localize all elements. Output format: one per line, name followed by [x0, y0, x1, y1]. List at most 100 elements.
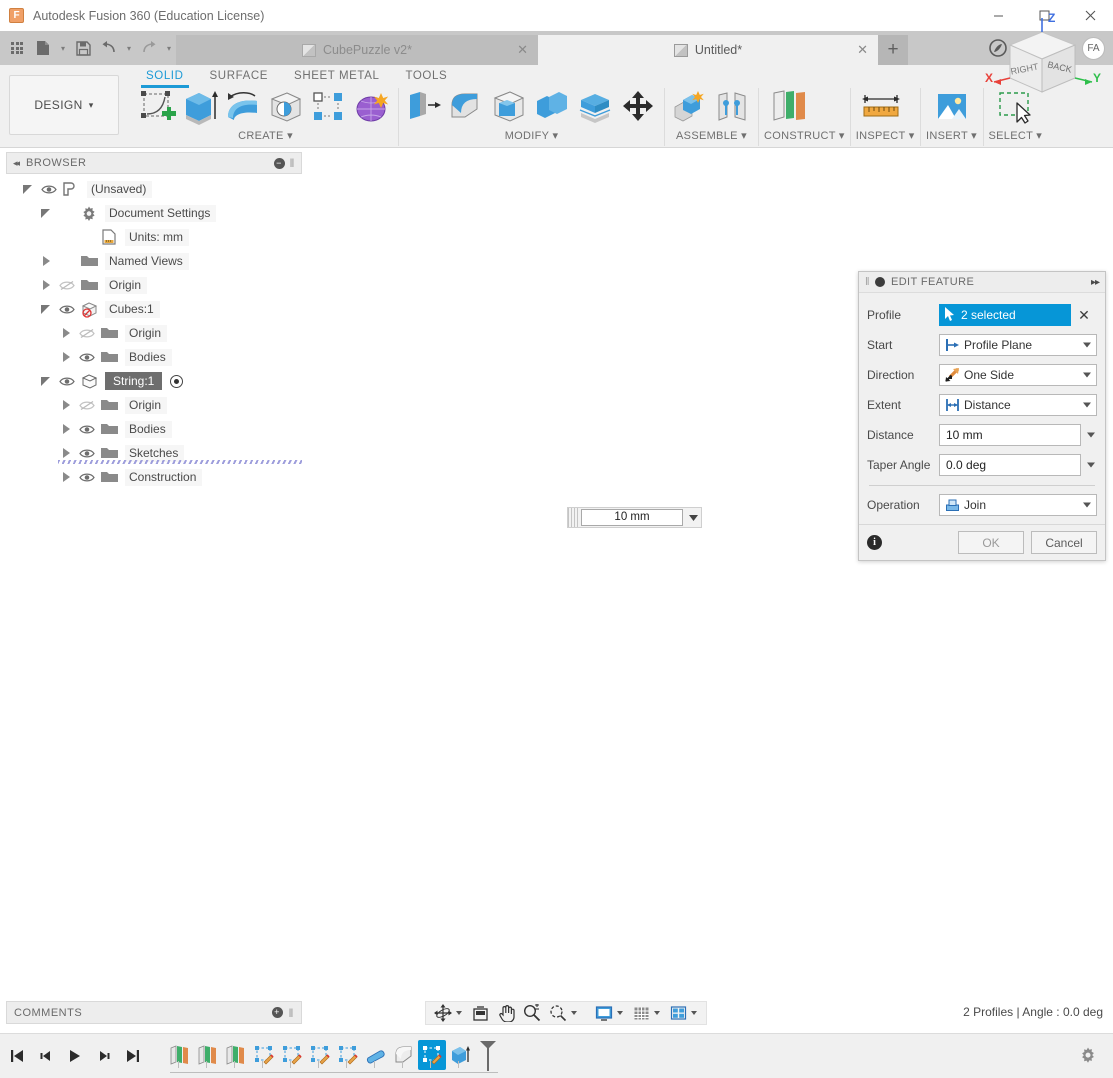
grip-icon[interactable]: ‖	[289, 1006, 294, 1020]
grip-icon[interactable]: ‖	[290, 156, 295, 170]
timeline-sketch-feature[interactable]	[250, 1040, 278, 1070]
collapse-icon[interactable]: ◂◂	[13, 158, 18, 169]
tree-item-cubes-bodies[interactable]: Bodies	[6, 345, 302, 369]
chevron-down-icon[interactable]	[685, 515, 701, 521]
distance-input[interactable]: 10 mm	[939, 424, 1081, 446]
tree-item-named-views[interactable]: Named Views	[6, 249, 302, 273]
form-icon[interactable]	[353, 89, 393, 127]
move-copy-icon[interactable]	[619, 89, 659, 127]
panel-assemble-label[interactable]: ASSEMBLE	[676, 130, 738, 142]
tree-item-unsaved[interactable]: (Unsaved)	[6, 177, 302, 201]
workspace-switcher-button[interactable]: DESIGN ▾	[9, 75, 119, 135]
insert-image-icon[interactable]	[926, 89, 978, 127]
save-icon[interactable]	[70, 34, 96, 62]
ok-button[interactable]: OK	[958, 531, 1024, 554]
create-sketch-icon[interactable]	[138, 89, 178, 127]
chevron-down-icon[interactable]: ▾	[741, 130, 747, 142]
timeline-sketch-feature-selected[interactable]	[418, 1040, 446, 1070]
timeline-pipe-feature[interactable]	[362, 1040, 390, 1070]
measure-icon[interactable]	[856, 89, 908, 127]
chevron-down-icon[interactable]: ▾	[839, 130, 845, 142]
split-face-icon[interactable]	[576, 89, 616, 127]
viewports-button[interactable]	[665, 1002, 702, 1024]
expand-arrow-icon[interactable]	[40, 279, 53, 292]
timeline-marker-icon[interactable]	[478, 1040, 498, 1075]
timeline-sketch-feature[interactable]	[334, 1040, 362, 1070]
app-grid-icon[interactable]	[4, 34, 30, 62]
offset-plane-icon[interactable]	[764, 89, 816, 127]
panel-insert-label[interactable]: INSERT	[926, 130, 968, 142]
eye-icon[interactable]	[58, 373, 76, 389]
expand-icon[interactable]: ▸▸	[1091, 277, 1099, 288]
hole-icon[interactable]	[267, 89, 307, 127]
eye-icon[interactable]	[78, 421, 96, 437]
expand-arrow-icon[interactable]	[60, 351, 73, 364]
skip-to-end-icon[interactable]	[122, 1044, 144, 1068]
expand-arrow-icon[interactable]	[40, 255, 53, 268]
orbit-button[interactable]	[430, 1002, 467, 1024]
chevron-down-icon[interactable]: ▾	[287, 130, 293, 142]
tree-item-string-origin[interactable]: Origin	[6, 393, 302, 417]
step-forward-icon[interactable]	[93, 1044, 115, 1068]
panel-select-label[interactable]: SELECT	[989, 130, 1033, 142]
combine-icon[interactable]	[533, 89, 573, 127]
new-document-icon[interactable]	[30, 34, 56, 62]
eye-icon[interactable]	[58, 301, 76, 317]
profile-selection-chip[interactable]: 2 selected	[939, 304, 1071, 326]
expand-arrow-icon[interactable]	[60, 327, 73, 340]
info-icon[interactable]: i	[867, 535, 882, 550]
tree-item-string-sketches[interactable]: Sketches	[6, 441, 302, 465]
tree-item-string[interactable]: String:1	[6, 369, 302, 393]
close-icon[interactable]: ✕	[857, 42, 868, 58]
tab-solid[interactable]: SOLID	[133, 67, 197, 86]
activate-component-radio[interactable]	[170, 375, 183, 388]
expand-arrow-icon[interactable]	[22, 183, 35, 196]
chevron-down-icon[interactable]	[691, 1011, 697, 1015]
skip-to-start-icon[interactable]	[6, 1044, 28, 1068]
pan-button[interactable]	[493, 1002, 519, 1024]
expand-arrow-icon[interactable]	[40, 303, 53, 316]
tab-surface[interactable]: SURFACE	[197, 67, 282, 86]
expand-arrow-icon[interactable]	[60, 447, 73, 460]
panel-construct-label[interactable]: CONSTRUCT	[764, 130, 836, 142]
tab-sheet-metal[interactable]: SHEET METAL	[281, 67, 392, 86]
play-icon[interactable]	[64, 1044, 86, 1068]
panel-modify-label[interactable]: MODIFY	[505, 130, 549, 142]
chevron-down-icon[interactable]	[1087, 433, 1095, 438]
press-pull-icon[interactable]	[404, 89, 444, 127]
close-icon[interactable]: ✕	[517, 42, 528, 58]
look-at-button[interactable]	[467, 1002, 493, 1024]
operation-dropdown[interactable]: Join	[939, 494, 1097, 516]
minimize-panel-icon[interactable]: −	[274, 158, 285, 169]
tree-item-origin-root[interactable]: Origin	[6, 273, 302, 297]
direction-dropdown[interactable]: One Side	[939, 364, 1097, 386]
redo-caret-icon[interactable]: ▾	[162, 34, 176, 62]
tree-item-cubes[interactable]: Cubes:1	[6, 297, 302, 321]
clear-selection-icon[interactable]: ✕	[1071, 307, 1097, 324]
expand-arrow-icon[interactable]	[60, 399, 73, 412]
revolve-icon[interactable]	[224, 89, 264, 127]
tree-item-units[interactable]: Units: mm	[6, 225, 302, 249]
eye-hidden-icon[interactable]	[78, 325, 96, 341]
timeline-plane-feature[interactable]	[222, 1040, 250, 1070]
chevron-down-icon[interactable]	[1083, 403, 1091, 408]
expand-arrow-icon[interactable]	[60, 471, 73, 484]
fillet-icon[interactable]	[447, 89, 487, 127]
grip-icon[interactable]: ‖	[865, 276, 870, 288]
expand-arrow-icon[interactable]	[40, 207, 53, 220]
tree-item-cubes-origin[interactable]: Origin	[6, 321, 302, 345]
zoom-button[interactable]	[519, 1002, 545, 1024]
inline-distance-editor[interactable]: 10 mm	[567, 507, 702, 528]
extent-dropdown[interactable]: Distance	[939, 394, 1097, 416]
chevron-down-icon[interactable]	[1083, 343, 1091, 348]
chevron-down-icon[interactable]	[654, 1011, 660, 1015]
chevron-down-icon[interactable]	[617, 1011, 623, 1015]
inline-distance-input[interactable]: 10 mm	[581, 509, 683, 526]
new-tab-button[interactable]: +	[878, 35, 908, 65]
eye-hidden-icon[interactable]	[78, 397, 96, 413]
chevron-down-icon[interactable]: ▾	[971, 130, 977, 142]
new-component-icon[interactable]	[670, 89, 710, 127]
add-comment-icon[interactable]: +	[272, 1007, 283, 1018]
shell-icon[interactable]	[490, 89, 530, 127]
tree-item-document-settings[interactable]: Document Settings	[6, 201, 302, 225]
